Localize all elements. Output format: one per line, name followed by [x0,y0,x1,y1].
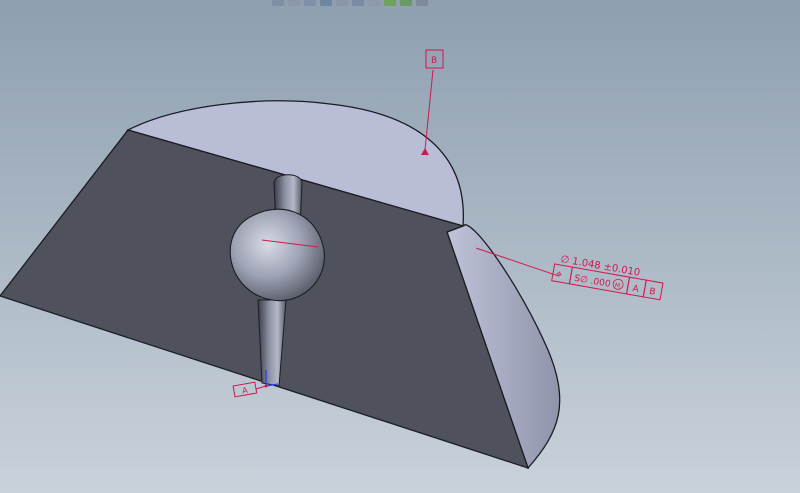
fcf-mmc-modifier: M [614,282,620,290]
datum-b-label: B [431,56,437,66]
fcf-position-symbol: ⌖ [555,267,563,281]
diameter-dimension-text[interactable]: ∅ 1.048 ±0.010 [560,254,641,279]
model-canvas: B ∅ 1.048 ±0.010 ⌖ S∅ .000 M A B A [0,49,664,470]
fcf-datum-a: A [632,284,641,295]
fcf-datum-b: B [648,287,656,298]
datum-a-label: A [241,386,248,396]
datum-a-leader [255,385,267,390]
graphics-viewport[interactable]: B ∅ 1.048 ±0.010 ⌖ S∅ .000 M A B A [0,0,800,493]
datum-b-leader [424,69,434,151]
